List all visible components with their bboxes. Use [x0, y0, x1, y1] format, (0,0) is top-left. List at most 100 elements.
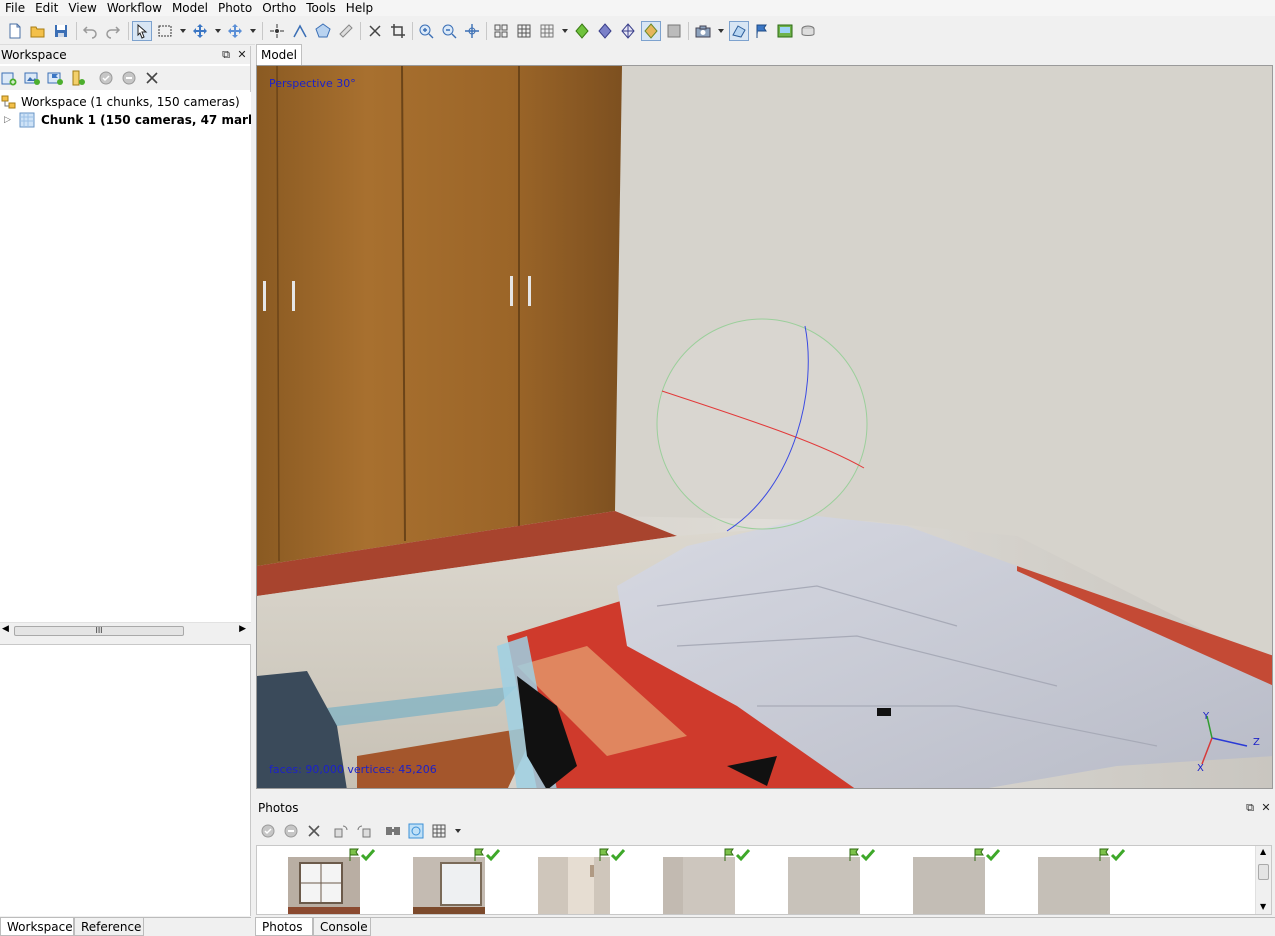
view-mode-icon[interactable] [431, 823, 447, 839]
ruler-icon[interactable] [336, 21, 356, 41]
float-panel-icon[interactable]: ⧉ [220, 49, 232, 61]
tiled-model-icon[interactable] [664, 21, 684, 41]
photo-thumbnail[interactable] [1038, 857, 1110, 914]
menu-photo[interactable]: Photo [213, 0, 257, 16]
tree-item-workspace[interactable]: Workspace (1 chunks, 150 cameras) [0, 93, 240, 111]
remove-photo-icon[interactable] [306, 823, 322, 839]
menu-tools[interactable]: Tools [301, 0, 341, 16]
move-region-icon[interactable] [225, 21, 245, 41]
model-viewport[interactable]: Perspective 30° faces: 90,000 vertices: … [256, 65, 1273, 789]
aligned-flag-check-icon [349, 848, 376, 862]
add-scalebar-icon[interactable] [70, 70, 86, 86]
scroll-right-icon[interactable]: ▶ [239, 624, 246, 634]
menu-ortho[interactable]: Ortho [257, 0, 301, 16]
grid-options-icon[interactable] [537, 21, 557, 41]
menu-workflow[interactable]: Workflow [102, 0, 167, 16]
solid-model-icon[interactable] [595, 21, 615, 41]
scroll-up-icon[interactable]: ▲ [1260, 847, 1266, 856]
left-tab-bar: Workspace Reference [0, 917, 251, 936]
aligned-flag-check-icon [974, 848, 1001, 862]
workspace-toolbar [0, 66, 250, 90]
workspace-tree-icon [1, 94, 17, 110]
enable-photo-icon[interactable] [260, 823, 276, 839]
disable-photo-icon[interactable] [283, 823, 299, 839]
photos-vertical-scrollbar[interactable]: ▲ ▼ [1255, 846, 1271, 914]
photos-thumbnail-area: ▲ ▼ [256, 845, 1272, 915]
aligned-flag-check-icon [474, 848, 501, 862]
remove-icon[interactable] [144, 70, 160, 86]
add-marker-icon[interactable] [47, 70, 63, 86]
add-photos-icon[interactable] [24, 70, 40, 86]
enable-icon[interactable] [98, 70, 114, 86]
photo-thumbnail[interactable] [538, 857, 610, 914]
tab-model[interactable]: Model [256, 44, 302, 65]
open-folder-icon[interactable] [28, 21, 48, 41]
new-file-icon[interactable] [5, 21, 25, 41]
room-scene [257, 66, 1272, 788]
point-tool-icon[interactable] [267, 21, 287, 41]
photos-toolbar [255, 819, 1275, 843]
show-image-icon[interactable] [775, 21, 795, 41]
reset-view-icon[interactable] [462, 21, 482, 41]
disable-icon[interactable] [121, 70, 137, 86]
navigation-cursor-icon[interactable] [132, 21, 152, 41]
zoom-out-icon[interactable] [439, 21, 459, 41]
move-object-icon[interactable] [190, 21, 210, 41]
small-grid-icon[interactable] [491, 21, 511, 41]
aligned-flag-check-icon [599, 848, 626, 862]
menu-model[interactable]: Model [167, 0, 213, 16]
redo-icon[interactable] [103, 21, 123, 41]
zoom-in-icon[interactable] [416, 21, 436, 41]
large-grid-icon[interactable] [514, 21, 534, 41]
tab-workspace[interactable]: Workspace [0, 918, 74, 936]
scroll-left-icon[interactable]: ◀ [2, 624, 9, 634]
rotate-right-icon[interactable] [356, 823, 372, 839]
vertical-scrollbar-thumb[interactable] [1258, 864, 1269, 880]
show-cameras-icon[interactable] [729, 21, 749, 41]
show-markers-icon[interactable] [752, 21, 772, 41]
add-chunk-icon[interactable] [1, 70, 17, 86]
tab-console[interactable]: Console [313, 918, 371, 936]
rotate-left-icon[interactable] [333, 823, 349, 839]
workspace-panel-title: Workspace [0, 46, 250, 64]
photo-thumbnail[interactable] [663, 857, 735, 914]
photo-thumbnail[interactable] [413, 857, 485, 914]
float-photos-panel-icon[interactable]: ⧉ [1244, 802, 1256, 814]
reset-filter-icon[interactable] [408, 823, 424, 839]
menu-view[interactable]: View [63, 0, 101, 16]
wireframe-model-icon[interactable] [618, 21, 638, 41]
camera-icon[interactable] [693, 21, 713, 41]
bottom-tab-bar: Photos Console [255, 917, 1275, 936]
photo-thumbnail[interactable] [913, 857, 985, 914]
menu-bar: File Edit View Workflow Model Photo Orth… [0, 0, 1275, 16]
tab-reference[interactable]: Reference [74, 918, 144, 936]
aligned-flag-check-icon [1099, 848, 1126, 862]
tree-item-chunk[interactable]: ▷ Chunk 1 (150 cameras, 47 markers, 85 [0, 111, 251, 129]
expand-arrow-icon[interactable]: ▷ [4, 115, 14, 125]
horizontal-scrollbar[interactable]: ◀ III ▶ [0, 622, 251, 637]
point-cloud-icon[interactable] [572, 21, 592, 41]
delete-selection-icon[interactable] [365, 21, 385, 41]
polygon-tool-icon[interactable] [313, 21, 333, 41]
menu-edit[interactable]: Edit [30, 0, 63, 16]
show-region-icon[interactable] [798, 21, 818, 41]
menu-help[interactable]: Help [341, 0, 378, 16]
undo-icon[interactable] [80, 21, 100, 41]
crop-selection-icon[interactable] [388, 21, 408, 41]
menu-file[interactable]: File [0, 0, 30, 16]
scroll-thumb-grip: III [95, 626, 103, 635]
close-photos-panel-icon[interactable]: ✕ [1260, 802, 1272, 814]
scroll-down-icon[interactable]: ▼ [1260, 902, 1266, 911]
tab-photos[interactable]: Photos [255, 918, 313, 936]
workspace-tree: Workspace (1 chunks, 150 cameras) ▷ Chun… [0, 92, 251, 622]
save-icon[interactable] [51, 21, 71, 41]
filter-photos-icon[interactable] [385, 823, 401, 839]
textured-model-icon[interactable] [641, 21, 661, 41]
scrollbar-thumb[interactable]: III [14, 626, 184, 636]
rectangle-selection-icon[interactable] [155, 21, 175, 41]
close-panel-icon[interactable]: ✕ [236, 49, 248, 61]
photo-thumbnail[interactable] [288, 857, 360, 914]
model-tab-bar: Model [255, 44, 1275, 65]
polyline-tool-icon[interactable] [290, 21, 310, 41]
photo-thumbnail[interactable] [788, 857, 860, 914]
